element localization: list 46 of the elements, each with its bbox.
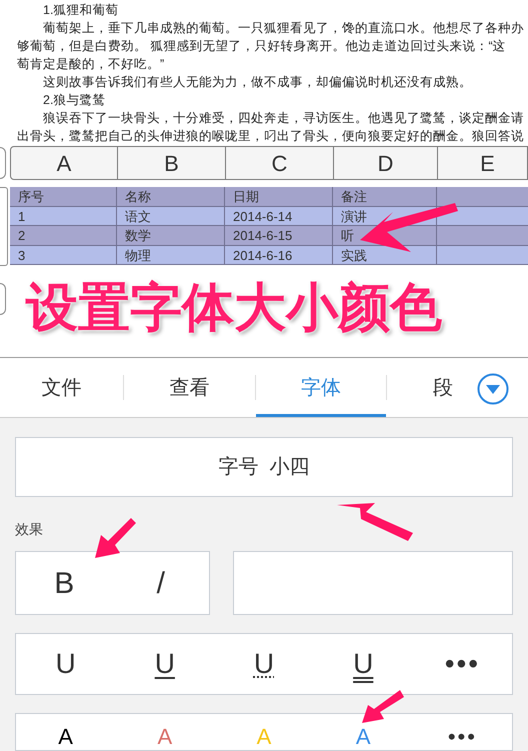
table-cell: 备注 [333, 187, 437, 206]
table-cell: 语文 [117, 206, 225, 225]
document-line: 够葡萄，但是白费劲。 狐狸感到无望了，只好转身离开。他边走道边回过头来说：“这 [16, 38, 507, 55]
font-color-button[interactable]: A [16, 714, 116, 750]
annotation-arrow [362, 690, 404, 723]
table-cell: 数学 [117, 226, 225, 244]
underline-button[interactable]: U [353, 642, 374, 685]
table-cell: 2 [10, 226, 117, 244]
column-header[interactable]: D [334, 147, 438, 179]
dropdown-icon[interactable] [477, 373, 509, 405]
tab[interactable]: 查看 [124, 358, 255, 417]
more-button[interactable]: ••• [412, 714, 512, 750]
format-button[interactable]: B [16, 552, 112, 614]
tab[interactable]: 段 [387, 358, 479, 417]
table-cell: 2014-6-14 [225, 206, 333, 225]
column-header[interactable]: A [11, 147, 118, 179]
document-line: 萄肯定是酸的，不好吃。” [16, 56, 166, 73]
format-button[interactable]: / [112, 552, 209, 614]
table-cell: 物理 [117, 246, 225, 264]
document-line: 1.狐狸和葡萄 [42, 2, 120, 19]
table-cell: 1 [10, 206, 117, 225]
underline-button[interactable]: U [254, 642, 274, 685]
table-cell: 日期 [225, 187, 333, 206]
caption: 设置字体大小颜色 [26, 278, 442, 339]
document-line: 2.狼与鹭鸶 [42, 92, 106, 109]
table-cell: 名称 [117, 187, 225, 206]
table-cell: 序号 [10, 187, 117, 206]
more-button[interactable]: ••• [444, 642, 480, 685]
underline-button[interactable]: U [154, 642, 175, 685]
document-line: 狼误吞下了一块骨头，十分难受，四处奔走，寻访医生。他遇见了鹭鸶，谈定酬金请 [42, 110, 525, 127]
document-line: 出骨头，鹭鸶把自己的头伸进狼的喉咙里，叼出了骨头，便向狼要定好的酬金。狼回答说 [16, 128, 525, 145]
underline-button[interactable]: U [55, 642, 76, 685]
table-cell: 3 [10, 246, 117, 264]
row-handle[interactable] [0, 147, 6, 179]
table-cell: 2014-6-15 [225, 226, 333, 244]
document-line: 这则故事告诉我们有些人无能为力，做不成事，却偏偏说时机还没有成熟。 [42, 74, 473, 91]
row-handle[interactable] [0, 283, 6, 315]
column-header[interactable]: B [118, 147, 226, 179]
tab[interactable]: 文件 [0, 358, 123, 417]
table-cell: 2014-6-16 [225, 246, 333, 264]
document-line: 葡萄架上，垂下几串成熟的葡萄。一只狐狸看见了，馋的直流口水。他想尽了各种办 [42, 20, 525, 37]
font-size-button[interactable]: 字号 小四 [15, 437, 513, 498]
annotation-arrow [95, 518, 136, 558]
column-header[interactable]: E [438, 147, 528, 179]
section-label: 效果 [15, 521, 44, 538]
column-header[interactable]: C [226, 147, 334, 179]
